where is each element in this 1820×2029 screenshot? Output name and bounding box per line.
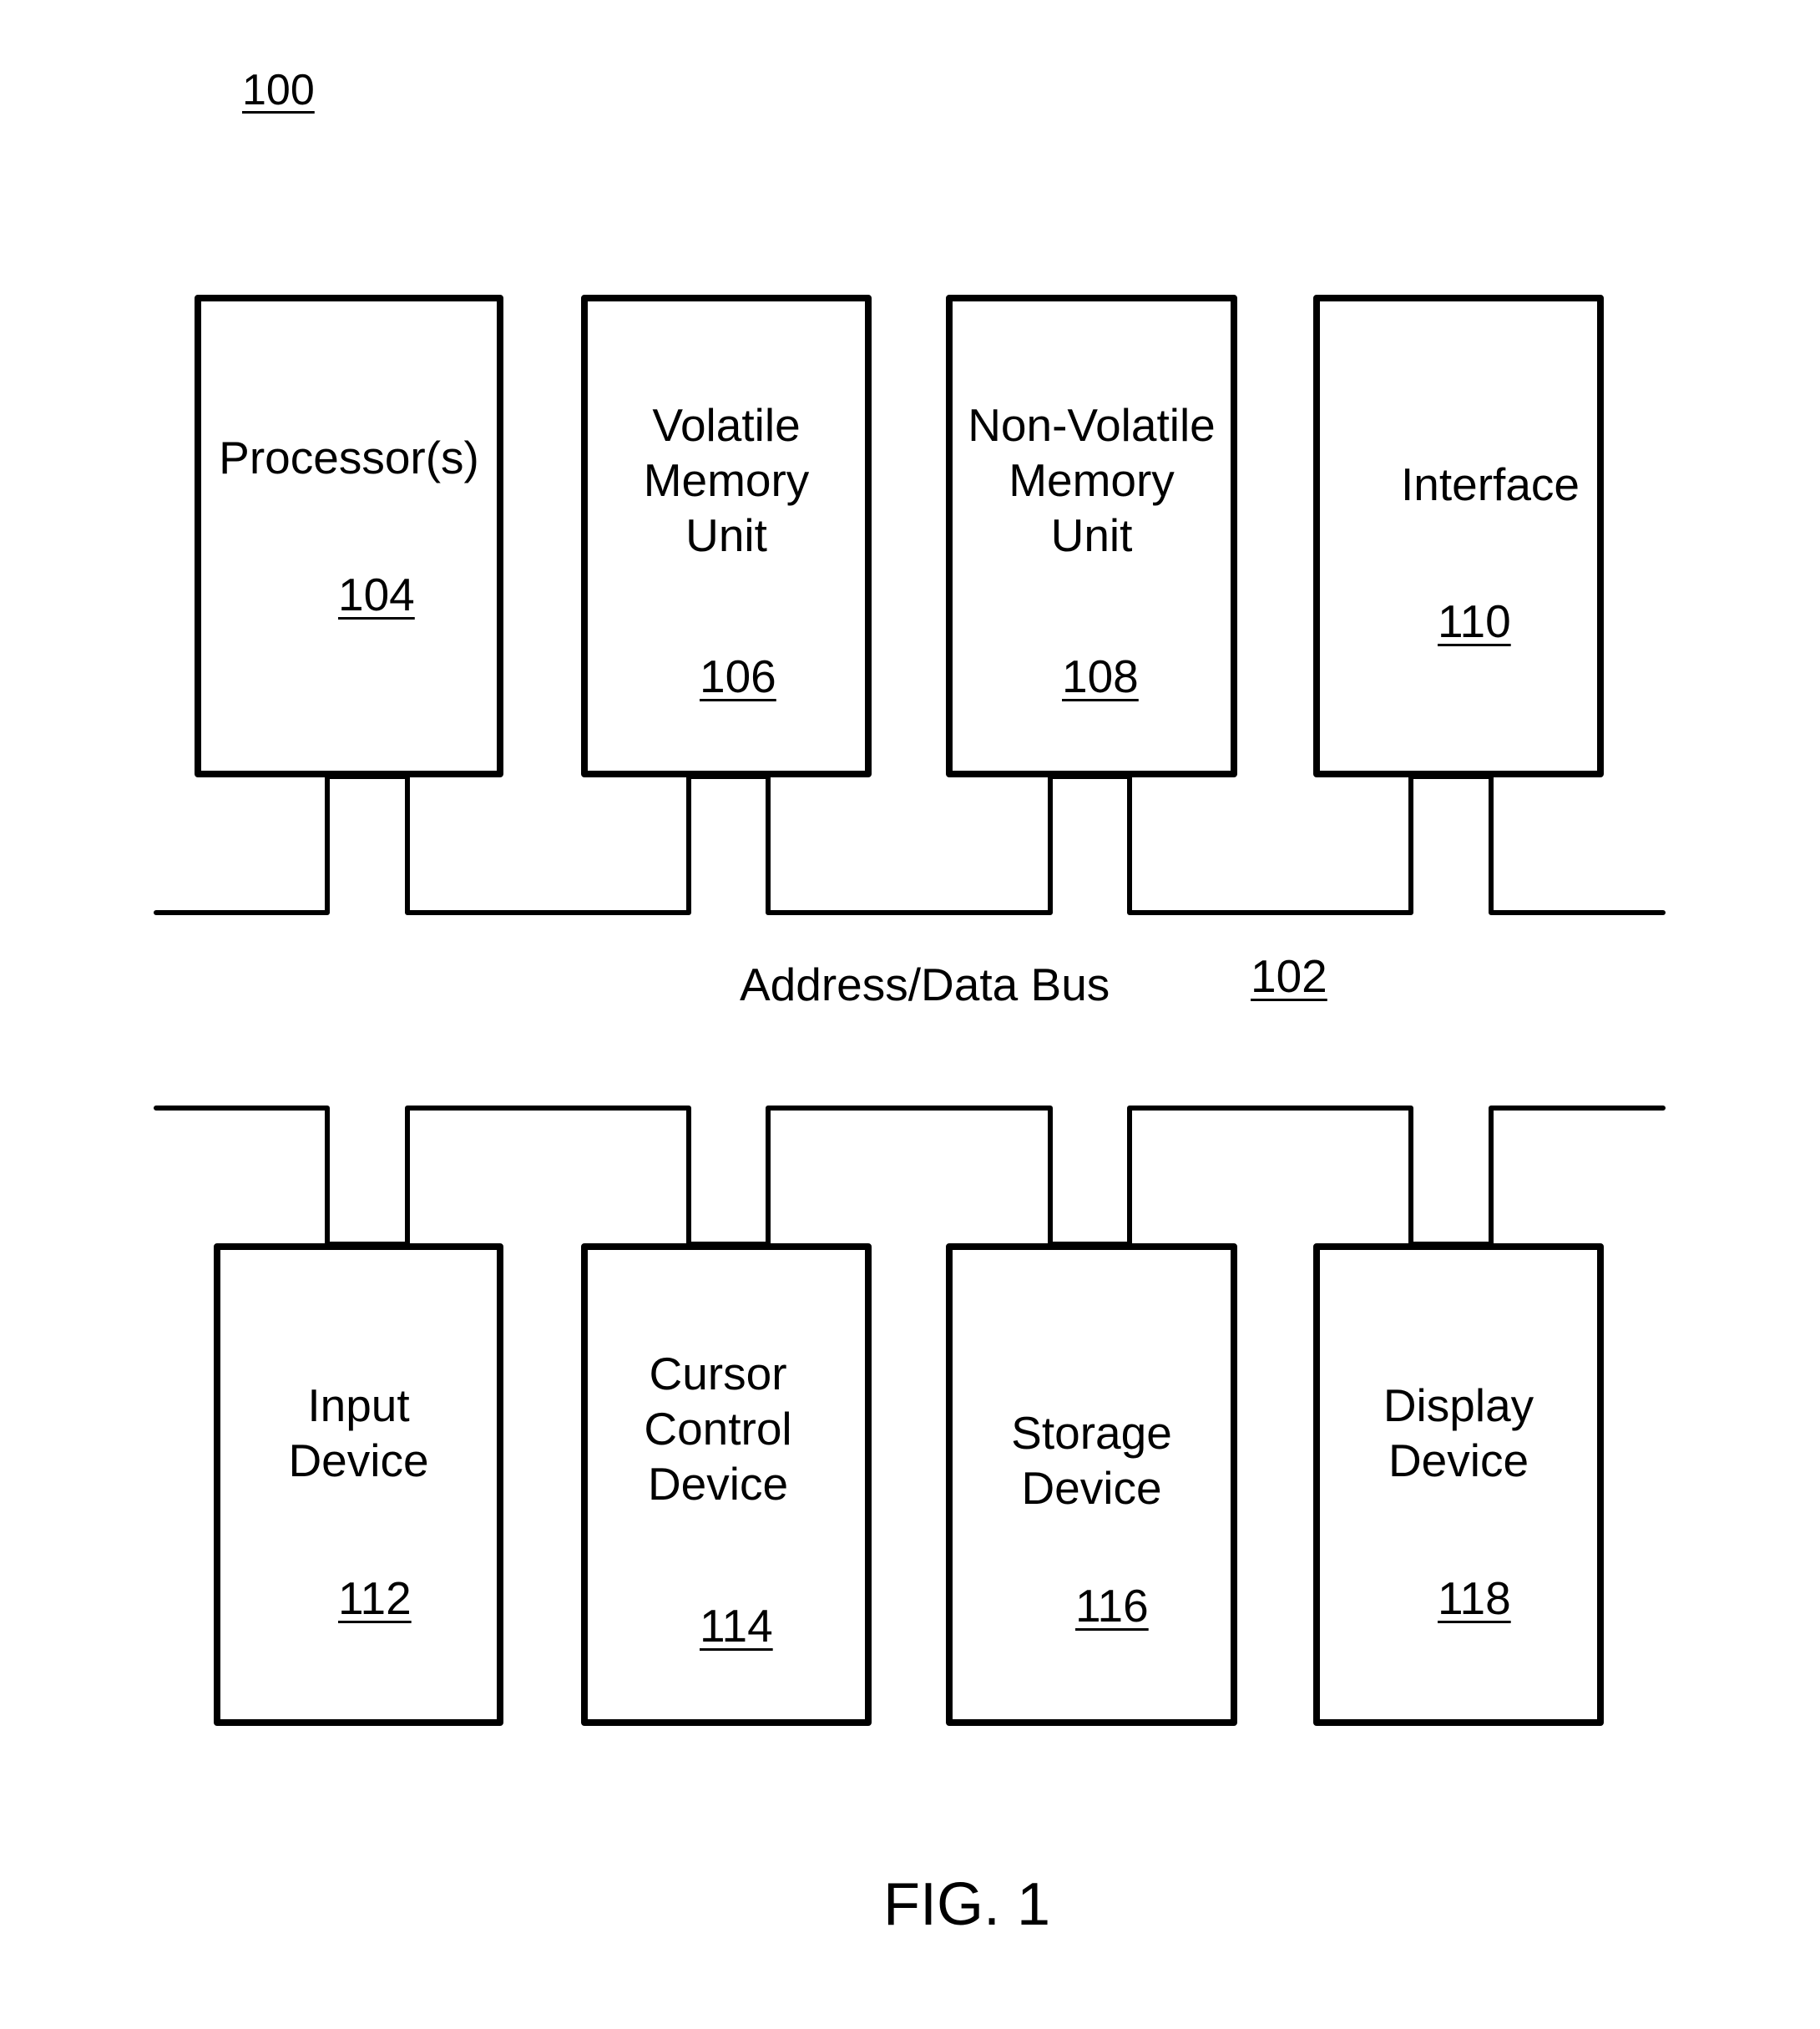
processor-box [195, 295, 503, 777]
display-device-label: Display Device [1383, 1379, 1534, 1486]
display-device-ref: 118 [1438, 1572, 1511, 1624]
input-device-ref: 112 [338, 1572, 412, 1624]
non-volatile-memory-ref: 108 [1062, 650, 1139, 702]
input-device-label: Input Device [288, 1379, 429, 1486]
figure-caption: FIG. 1 [883, 1871, 1051, 1938]
bus-label: Address/Data Bus [740, 959, 1110, 1010]
storage-device-label: Storage Device [1011, 1407, 1172, 1514]
volatile-memory-ref: 106 [700, 650, 776, 702]
cursor-control-device-ref: 114 [700, 1600, 773, 1652]
interface-label: Interface [1400, 458, 1580, 510]
volatile-memory-label: Volatile Memory Unit [643, 399, 810, 561]
system-block-diagram [154, 295, 1666, 1726]
bus-ref: 102 [1251, 950, 1327, 1002]
bus-line-bottom [154, 1106, 1666, 1247]
interface-box [1313, 295, 1604, 777]
bus-line-top [154, 774, 1666, 915]
figure-ref-number: 100 [242, 66, 315, 114]
storage-device-ref: 116 [1075, 1580, 1149, 1632]
processor-ref: 104 [338, 569, 415, 620]
processor-label: Processor(s) [219, 432, 479, 483]
non-volatile-memory-label: Non-Volatile Memory Unit [968, 399, 1216, 561]
cursor-control-device-label: Cursor Control Device [644, 1348, 792, 1510]
interface-ref: 110 [1438, 595, 1511, 647]
